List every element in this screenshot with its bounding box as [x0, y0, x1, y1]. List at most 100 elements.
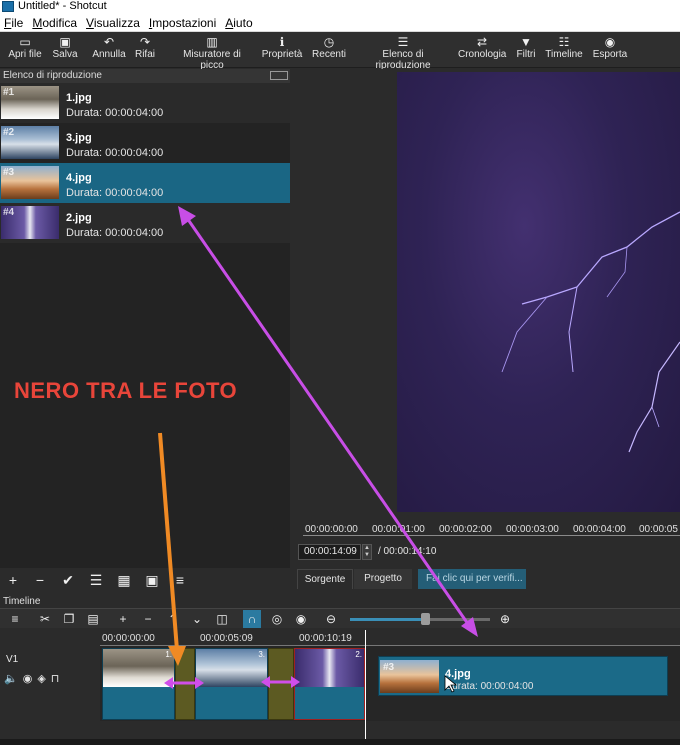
- timeline-button[interactable]: ☷ Timeline: [545, 35, 583, 60]
- lift-icon[interactable]: ⌃: [164, 610, 182, 628]
- info-icon: ℹ: [279, 35, 285, 49]
- clip-thumbnail: [196, 649, 267, 687]
- split-icon[interactable]: ◫: [213, 610, 231, 628]
- playlist-item[interactable]: #2 3.jpg Durata: 00:00:04:00: [0, 123, 290, 163]
- ripple-target-icon[interactable]: ◉: [292, 610, 310, 628]
- peak-meter-button[interactable]: ▥ Misuratore di picco: [171, 35, 253, 71]
- ruler-divider: [303, 535, 680, 536]
- copy-icon[interactable]: ❐: [60, 610, 78, 628]
- playlist-thumbnail: #1: [1, 86, 59, 119]
- track-controls: 🔈 ◉ ◈ ⊓: [4, 672, 64, 685]
- zoom-slider-handle[interactable]: [421, 613, 430, 625]
- tab-project[interactable]: Progetto: [354, 569, 412, 589]
- icons-view-icon[interactable]: ▣: [141, 571, 163, 589]
- playlist-item-selected[interactable]: #3 4.jpg Durata: 00:00:04:00: [0, 163, 290, 203]
- playlist-item-number: #2: [3, 127, 15, 138]
- open-file-button[interactable]: ▭ Apri file: [8, 35, 42, 60]
- hide-eye-icon[interactable]: ◉: [23, 673, 33, 685]
- menu-aiuto[interactable]: Aiuto: [225, 16, 252, 30]
- timecode-spinner[interactable]: ▲ ▼: [362, 544, 372, 560]
- undo-button[interactable]: ↶ Annulla: [92, 35, 126, 60]
- lock-icon[interactable]: ⊓: [51, 673, 60, 685]
- properties-button[interactable]: ℹ Proprietà: [261, 35, 303, 60]
- list-icon: ☰: [397, 35, 409, 49]
- timeline-clip[interactable]: 1.: [102, 648, 175, 720]
- playlist-list: #1 1.jpg Durata: 00:00:04:00 #2 3.jpg Du…: [0, 83, 290, 568]
- shotcut-window: Untitled* - Shotcut File Modifica Visual…: [0, 0, 680, 745]
- filters-button[interactable]: ▼ Filtri: [514, 35, 538, 60]
- timeline-label: Timeline: [545, 49, 583, 60]
- timeline-menu-icon[interactable]: ≡: [6, 610, 24, 628]
- dragged-clip[interactable]: #3 4.jpg Durata: 00:00:04:00: [378, 656, 668, 696]
- dragged-clip-duration: Durata: 00:00:04:00: [445, 681, 534, 692]
- mute-icon[interactable]: 🔈: [4, 673, 18, 685]
- playhead[interactable]: [365, 630, 366, 745]
- shotcut-app-icon: [2, 1, 14, 12]
- recent-button[interactable]: ◷ Recenti: [311, 35, 347, 60]
- redo-button[interactable]: ↷ Rifai: [134, 35, 156, 60]
- video-preview[interactable]: [397, 72, 680, 512]
- timeline-gap[interactable]: [268, 648, 294, 720]
- snap-magnet-icon[interactable]: ∩: [243, 610, 261, 628]
- export-button[interactable]: ◉ Esporta: [592, 35, 628, 60]
- cut-icon[interactable]: ✂: [36, 610, 54, 628]
- zoom-in-icon[interactable]: ⊕: [496, 610, 514, 628]
- filters-label: Filtri: [516, 49, 536, 60]
- filter-icon: ▼: [520, 35, 532, 49]
- playlist-item-duration: Durata: 00:00:04:00: [66, 187, 164, 199]
- playlist-item-name: 4.jpg: [66, 172, 92, 184]
- scrub-eye-icon[interactable]: ◎: [268, 610, 286, 628]
- update-check-icon[interactable]: ✔: [57, 571, 79, 589]
- status-strip: [0, 739, 680, 745]
- ruler-tick-label: 00:00:01:00: [372, 524, 425, 535]
- timeline-tick-label: 00:00:00:00: [102, 633, 155, 644]
- menu-visualizza[interactable]: Visualizza: [86, 16, 140, 30]
- append-icon[interactable]: +: [114, 610, 132, 628]
- timeline-clip[interactable]: 2.: [294, 648, 365, 720]
- paste-icon[interactable]: ▤: [84, 610, 102, 628]
- tiles-view-icon[interactable]: ▦: [113, 571, 135, 589]
- playlist-item[interactable]: #1 1.jpg Durata: 00:00:04:00: [0, 83, 290, 123]
- dragged-clip-number: #3: [383, 662, 395, 673]
- menu-modifica[interactable]: Modifica: [32, 16, 77, 30]
- playlist-button[interactable]: ☰ Elenco di riproduzione: [355, 35, 451, 71]
- history-label: Cronologia: [458, 49, 507, 60]
- undo-label: Annulla: [92, 49, 126, 60]
- menu-impostazioni[interactable]: Impostazioni: [149, 16, 216, 30]
- timeline-ruler[interactable]: 00:00:00:00 00:00:05:09 00:00:10:19: [100, 630, 680, 646]
- details-view-icon[interactable]: ☰: [85, 571, 107, 589]
- playlist-item[interactable]: #4 2.jpg Durata: 00:00:04:00: [0, 203, 290, 243]
- timeline-clip[interactable]: 3.: [195, 648, 268, 720]
- save-label: Salva: [52, 49, 78, 60]
- panel-float-close-icon[interactable]: [270, 71, 288, 80]
- lightning-image: [501, 211, 680, 453]
- clip-label: 1.: [165, 650, 172, 659]
- dragged-clip-name: 4.jpg: [445, 668, 471, 680]
- track-name: V1: [6, 654, 19, 665]
- undo-icon: ↶: [103, 35, 115, 49]
- timeline-gap[interactable]: [175, 648, 195, 720]
- zoom-slider[interactable]: [350, 618, 490, 621]
- save-button[interactable]: ▣ Salva: [51, 35, 79, 60]
- current-timecode-field[interactable]: 00:00:14:09: [298, 544, 361, 560]
- overwrite-icon[interactable]: ⌄: [188, 610, 206, 628]
- playlist-item-number: #3: [3, 167, 15, 178]
- verify-hint-button[interactable]: Fai clic qui per verifi...: [418, 569, 526, 589]
- composite-icon[interactable]: ◈: [37, 673, 45, 685]
- add-icon[interactable]: +: [2, 571, 24, 589]
- annotation-text: NERO TRA LE FOTO: [14, 378, 238, 403]
- track-header-v1: V1 🔈 ◉ ◈ ⊓: [0, 646, 100, 721]
- redo-label: Rifai: [134, 49, 155, 60]
- zoom-out-icon[interactable]: ⊖: [322, 610, 340, 628]
- ripple-delete-icon[interactable]: −: [139, 610, 157, 628]
- history-button[interactable]: ⇄ Cronologia: [458, 35, 506, 60]
- playlist-thumbnail: #4: [1, 206, 59, 239]
- playlist-menu-icon[interactable]: ≡: [169, 571, 191, 589]
- menu-file[interactable]: File: [4, 16, 23, 30]
- timeline-tick-label: 00:00:05:09: [200, 633, 253, 644]
- timeline-icon: ☷: [558, 35, 570, 49]
- remove-icon[interactable]: −: [29, 571, 51, 589]
- tab-source[interactable]: Sorgente: [297, 569, 353, 589]
- total-timecode: / 00:00:14:10: [378, 546, 437, 557]
- window-titlebar: Untitled* - Shotcut: [0, 0, 680, 14]
